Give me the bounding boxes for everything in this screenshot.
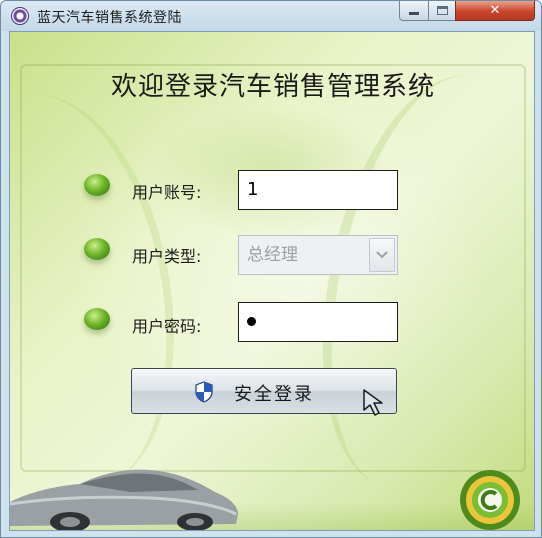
minimize-button[interactable] xyxy=(399,1,429,21)
login-button[interactable]: 安全登录 xyxy=(131,368,397,414)
user-type-select[interactable]: 总经理 xyxy=(238,235,398,275)
user-type-value: 总经理 xyxy=(247,245,298,265)
car-image xyxy=(10,469,238,530)
cursor-icon xyxy=(363,389,383,416)
maximize-icon xyxy=(436,6,448,15)
close-icon: ✕ xyxy=(489,3,501,18)
account-value: 1 xyxy=(247,179,259,200)
minimize-icon xyxy=(409,12,419,15)
login-panel: 欢迎登录汽车销售管理系统 用户账号: 1 用户类型: 总经理 用户密码: 安全登… xyxy=(9,31,535,531)
welcome-heading: 欢迎登录汽车销售管理系统 xyxy=(110,72,435,102)
password-label: 用户密码: xyxy=(132,317,202,336)
gear-icon xyxy=(11,7,29,25)
close-button[interactable]: ✕ xyxy=(455,1,535,21)
maximize-button[interactable] xyxy=(428,1,456,21)
user-type-label: 用户类型: xyxy=(132,247,202,266)
logo-icon xyxy=(460,470,520,530)
bullet-icon xyxy=(84,174,110,196)
account-input[interactable]: 1 xyxy=(238,170,398,210)
login-window: 蓝天汽车销售系统登陆 ✕ 欢迎登录汽车销售管理系统 用户账号: 1 用户类型: … xyxy=(0,0,542,538)
bullet-icon xyxy=(84,238,110,260)
window-title: 蓝天汽车销售系统登陆 xyxy=(37,10,182,26)
shield-icon xyxy=(195,381,213,403)
account-label: 用户账号: xyxy=(132,183,202,202)
title-bar[interactable]: 蓝天汽车销售系统登陆 ✕ xyxy=(1,1,541,31)
password-input[interactable] xyxy=(238,302,398,342)
bullet-icon xyxy=(84,308,110,330)
password-mask-dot xyxy=(247,317,256,326)
chevron-down-icon[interactable] xyxy=(369,238,395,272)
login-button-label: 安全登录 xyxy=(234,384,314,405)
